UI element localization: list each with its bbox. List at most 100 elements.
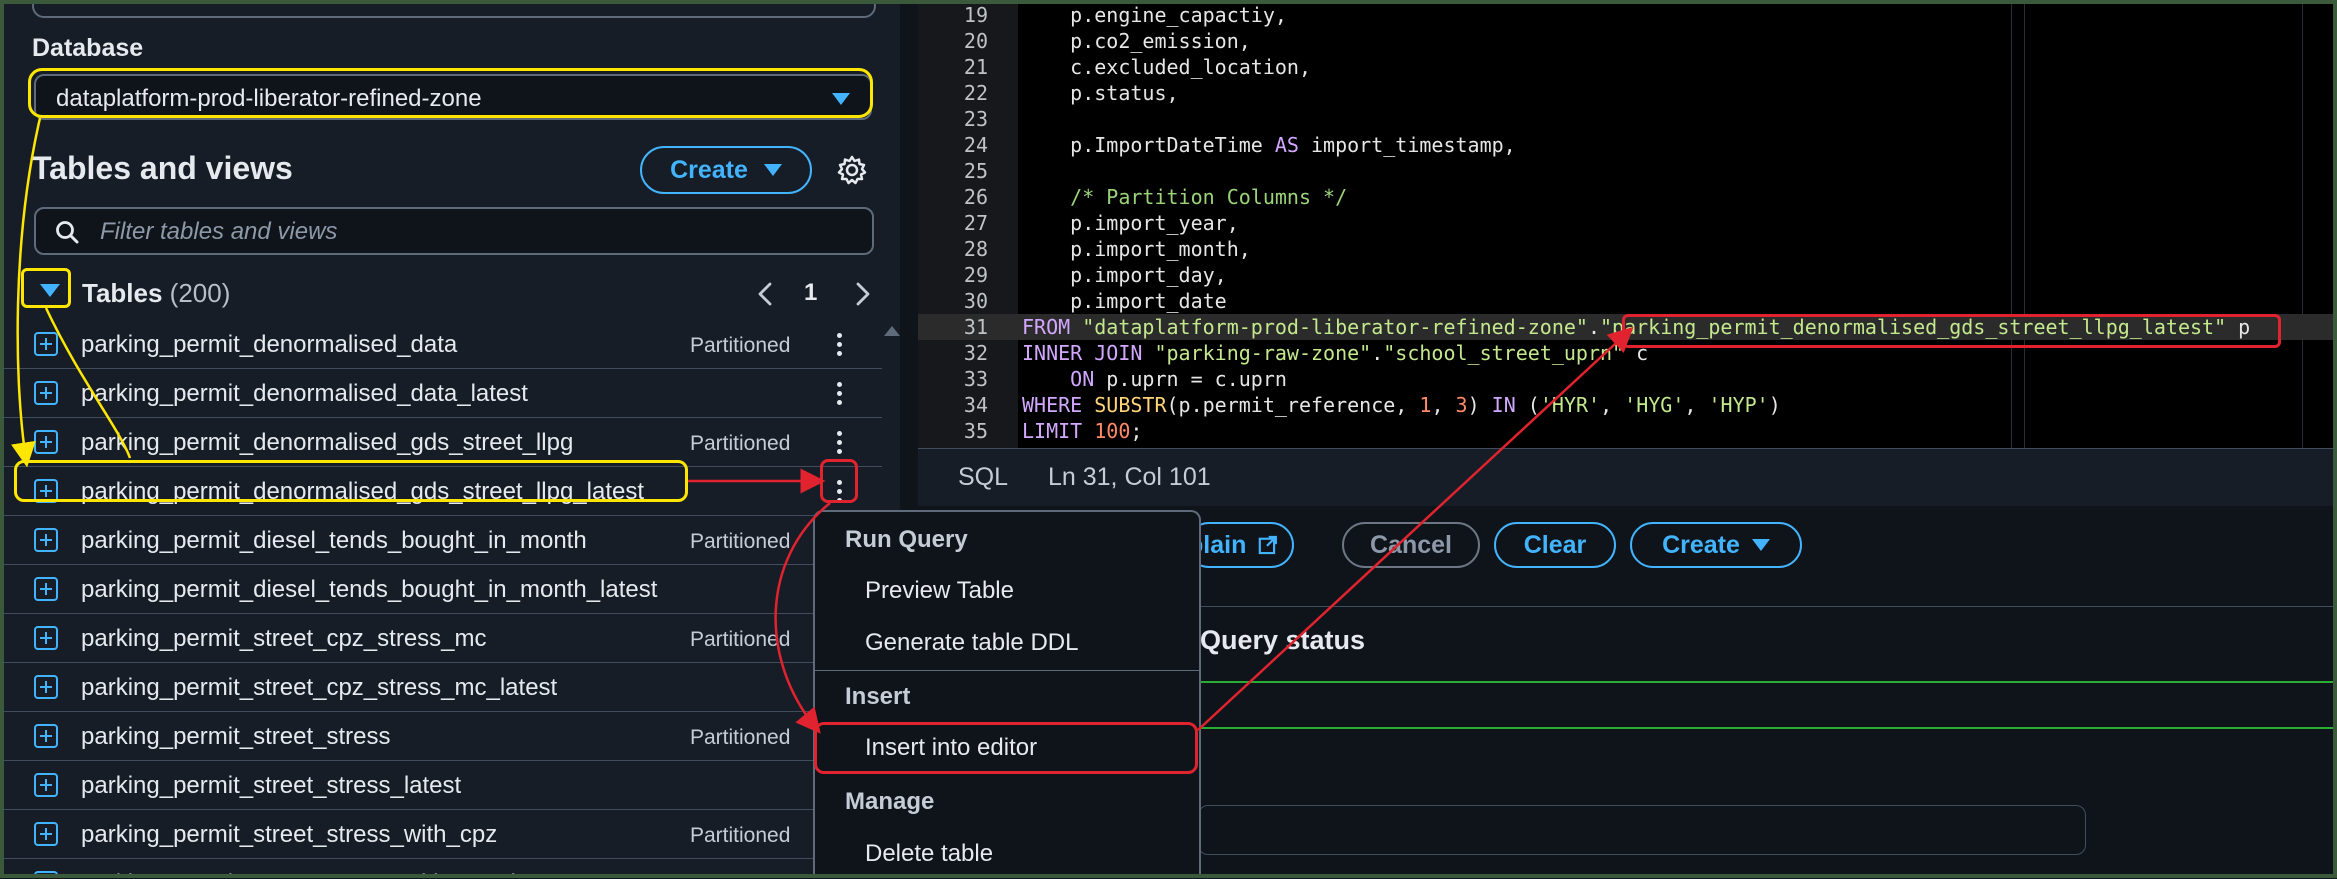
caret-down-icon [832,93,850,105]
create-query-button[interactable]: Create [1630,522,1802,568]
line-number: 25 [963,159,988,183]
table-row[interactable]: parking_permit_denormalised_gds_street_l… [4,418,884,467]
expand-plus-icon[interactable] [34,675,58,699]
code-line[interactable]: 32 INNER JOIN "parking-raw-zone"."school_… [918,340,2333,366]
expand-plus-icon[interactable] [34,577,58,601]
table-row[interactable]: parking_permit_diesel_tends_bought_in_mo… [4,565,884,614]
expand-plus-icon[interactable] [34,332,58,356]
menu-item-delete-table[interactable]: Delete table [865,840,993,868]
explain-button[interactable]: plain [1186,522,1294,568]
gear-icon[interactable] [836,154,868,186]
query-editor[interactable]: 19 p.engine_capactiy, 20 p.co2_emission, 2… [918,0,2333,448]
dot [837,391,842,396]
expand-plus-icon[interactable] [34,773,58,797]
tables-panel: Database dataplatform-prod-liberator-ref… [4,4,900,874]
table-row[interactable]: parking_permit_denormalised_data_latest [4,369,884,418]
menu-item-preview-table[interactable]: Preview Table [865,577,1014,605]
menu-item-generate-ddl[interactable]: Generate table DDL [865,629,1078,657]
menu-heading-manage: Manage [845,788,935,815]
page-number[interactable]: 1 [804,279,817,307]
caret-down-icon[interactable] [40,284,60,297]
table-row[interactable]: parking_permit_street_cpz_stress_mc Parti… [4,614,884,663]
code-line[interactable]: 33 ON p.uprn = c.uprn [918,366,2333,392]
caret-down-icon [1751,539,1770,551]
table-row[interactable]: parking_permit_street_stress Partitioned [4,712,884,761]
table-row[interactable]: parking_permit_street_cpz_stress_mc_late… [4,663,884,712]
code-line[interactable]: 19 p.engine_capactiy, [918,2,2333,28]
menu-heading-run-query: Run Query [845,526,968,553]
code-line[interactable]: 22 p.status, [918,80,2333,106]
filter-tables-field[interactable] [34,207,874,255]
code-line[interactable]: 28 p.import_month, [918,236,2333,262]
more-actions-icon[interactable] [830,477,850,507]
tables-count: (200) [169,278,231,308]
query-status-title: Query status [1200,625,1366,655]
code-line[interactable]: 21 c.excluded_location, [918,54,2333,80]
tables-label: Tables [82,278,163,308]
chevron-right-icon[interactable] [852,280,874,308]
line-number: 32 [963,341,988,365]
code-line[interactable]: 30 p.import_date [918,288,2333,314]
expand-plus-icon[interactable] [34,528,58,552]
code-line[interactable]: 34 WHERE SUBSTR(p.permit_reference, 1, 3)… [918,392,2333,418]
more-actions-icon[interactable] [830,428,850,458]
line-number: 20 [963,29,988,53]
expand-plus-icon[interactable] [34,822,58,846]
table-name: parking_permit_denormalised_data_latest [81,380,528,407]
table-row[interactable]: parking_permit_street_stress_with_cpz Par… [4,810,884,859]
expand-plus-icon[interactable] [34,626,58,650]
expand-plus-icon[interactable] [34,430,58,454]
table-row[interactable]: parking_permit_denormalised_gds_street_l… [4,467,884,516]
menu-heading-insert: Insert [845,683,911,710]
cancel-button[interactable]: Cancel [1342,522,1480,568]
table-name: parking_permit_denormalised_data [81,331,458,358]
menu-item-insert-into-editor[interactable]: Insert into editor [865,734,1037,762]
line-number: 24 [963,133,988,157]
line-number: 27 [963,211,988,235]
create-table-button[interactable]: Create [640,146,812,194]
code-line[interactable]: 27 p.import_year, [918,210,2333,236]
table-name: parking_permit_diesel_tends_bought_in_mo… [81,527,587,554]
code-line[interactable]: 24 p.ImportDateTime AS import_timestamp, [918,132,2333,158]
code-line[interactable]: 25 [918,158,2333,184]
create-query-button-label: Create [1662,530,1740,559]
clear-button[interactable]: Clear [1494,522,1616,568]
table-row[interactable]: parking_permit_denormalised_data Partitio… [4,320,884,369]
dot [837,400,842,405]
clear-button-label: Clear [1523,530,1587,559]
line-number: 33 [963,367,988,391]
line-number: 31 [963,315,988,339]
more-actions-icon[interactable] [830,379,850,409]
code-line[interactable]: 31 FROM "dataplatform-prod-liberator-refi… [918,314,2333,340]
line-number: 23 [963,107,988,131]
filter-tables-input[interactable] [98,217,842,247]
more-actions-icon[interactable] [830,330,850,360]
scroll-up-icon[interactable] [884,326,900,336]
code-line[interactable]: 20 p.co2_emission, [918,28,2333,54]
code-line[interactable]: 35 LIMIT 100; [918,418,2333,444]
search-icon [56,221,79,244]
code-line[interactable]: 23 [918,106,2333,132]
chevron-left-icon[interactable] [754,280,776,308]
expand-plus-icon[interactable] [34,724,58,748]
partitioned-badge: Partitioned [690,726,791,749]
expand-plus-icon[interactable] [34,871,58,874]
top-input-partial[interactable] [32,4,876,18]
table-row[interactable]: parking_permit_diesel_tends_bought_in_mo… [4,516,884,565]
table-row[interactable]: parking_permit_street_stress_with_cpz_la… [4,859,884,874]
code-line[interactable]: 29 p.import_day, [918,262,2333,288]
dot [837,342,842,347]
line-number: 29 [963,263,988,287]
tables-section-header: Tables (200) [82,278,230,309]
partitioned-badge: Partitioned [690,628,791,651]
database-select[interactable]: dataplatform-prod-liberator-refined-zone [34,74,872,120]
expand-plus-icon[interactable] [34,479,58,503]
code-text: INNER JOIN "parking-raw-zone"."school_st… [1022,341,1649,365]
table-name: parking_permit_denormalised_gds_street_l… [81,478,645,505]
dot [837,382,842,387]
status-language: SQL [958,463,1009,491]
code-line[interactable]: 26 /* Partition Columns */ [918,184,2333,210]
table-row[interactable]: parking_permit_street_stress_latest [4,761,884,810]
expand-plus-icon[interactable] [34,381,58,405]
partitioned-badge: Partitioned [690,530,791,553]
